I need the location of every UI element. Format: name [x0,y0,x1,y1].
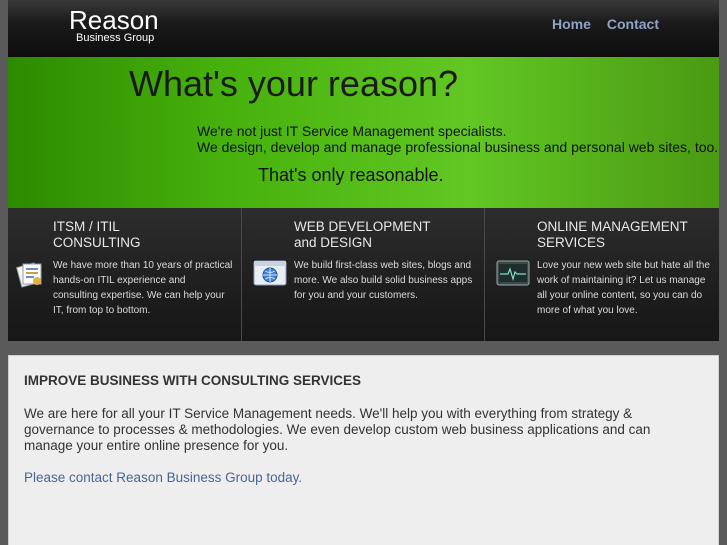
site-header: Reason Business Group Home Contact [8,0,719,57]
nav-home-link[interactable]: Home [552,16,591,32]
service-body: We build first-class web sites, blogs an… [294,260,473,301]
hero-tagline: That's only reasonable. [258,165,444,185]
nav-contact-link[interactable]: Contact [607,16,659,32]
service-web-development: WEB DEVELOPMENT and DESIGN We build firs… [242,208,485,341]
hero-line-1: We're not just IT Service Management spe… [197,123,507,139]
contact-link[interactable]: Please contact Reason Business Group tod… [24,470,302,485]
hero-line-2: We design, develop and manage profession… [197,139,719,155]
service-title-line: and DESIGN [294,235,373,250]
content-heading: IMPROVE BUSINESS WITH CONSULTING SERVICE… [24,373,362,388]
logo-subtitle: Business Group [76,32,155,44]
hero-title: What's your reason? [129,63,459,104]
page-frame: Reason Business Group Home Contact What'… [8,0,719,545]
service-title: ITSM / ITIL CONSULTING [53,219,233,251]
service-body: We have more than 10 years of practical … [53,260,233,316]
service-title: WEB DEVELOPMENT and DESIGN [294,219,474,251]
documents-icon [16,260,46,293]
service-itsm: ITSM / ITIL CONSULTING We have more than… [8,208,242,341]
hero-banner: What's your reason? We're not just IT Se… [8,57,719,208]
monitor-pulse-icon [496,260,530,291]
service-online-management: ONLINE MANAGEMENT SERVICES Love your new… [485,208,719,341]
service-title: ONLINE MANAGEMENT SERVICES [537,219,717,251]
service-title-line: ONLINE MANAGEMENT [537,219,688,234]
main-content: IMPROVE BUSINESS WITH CONSULTING SERVICE… [8,355,719,545]
content-body: We are here for all your IT Service Mana… [24,406,651,453]
browser-globe-icon [253,260,287,291]
services-strip: ITSM / ITIL CONSULTING We have more than… [8,208,719,341]
service-title-line: ITSM / ITIL [53,219,120,234]
main-nav: Home Contact [552,16,659,32]
service-title-line: WEB DEVELOPMENT [294,219,431,234]
service-body: Love your new web site but hate all the … [537,260,710,316]
service-title-line: SERVICES [537,235,606,250]
service-title-line: CONSULTING [53,235,141,250]
